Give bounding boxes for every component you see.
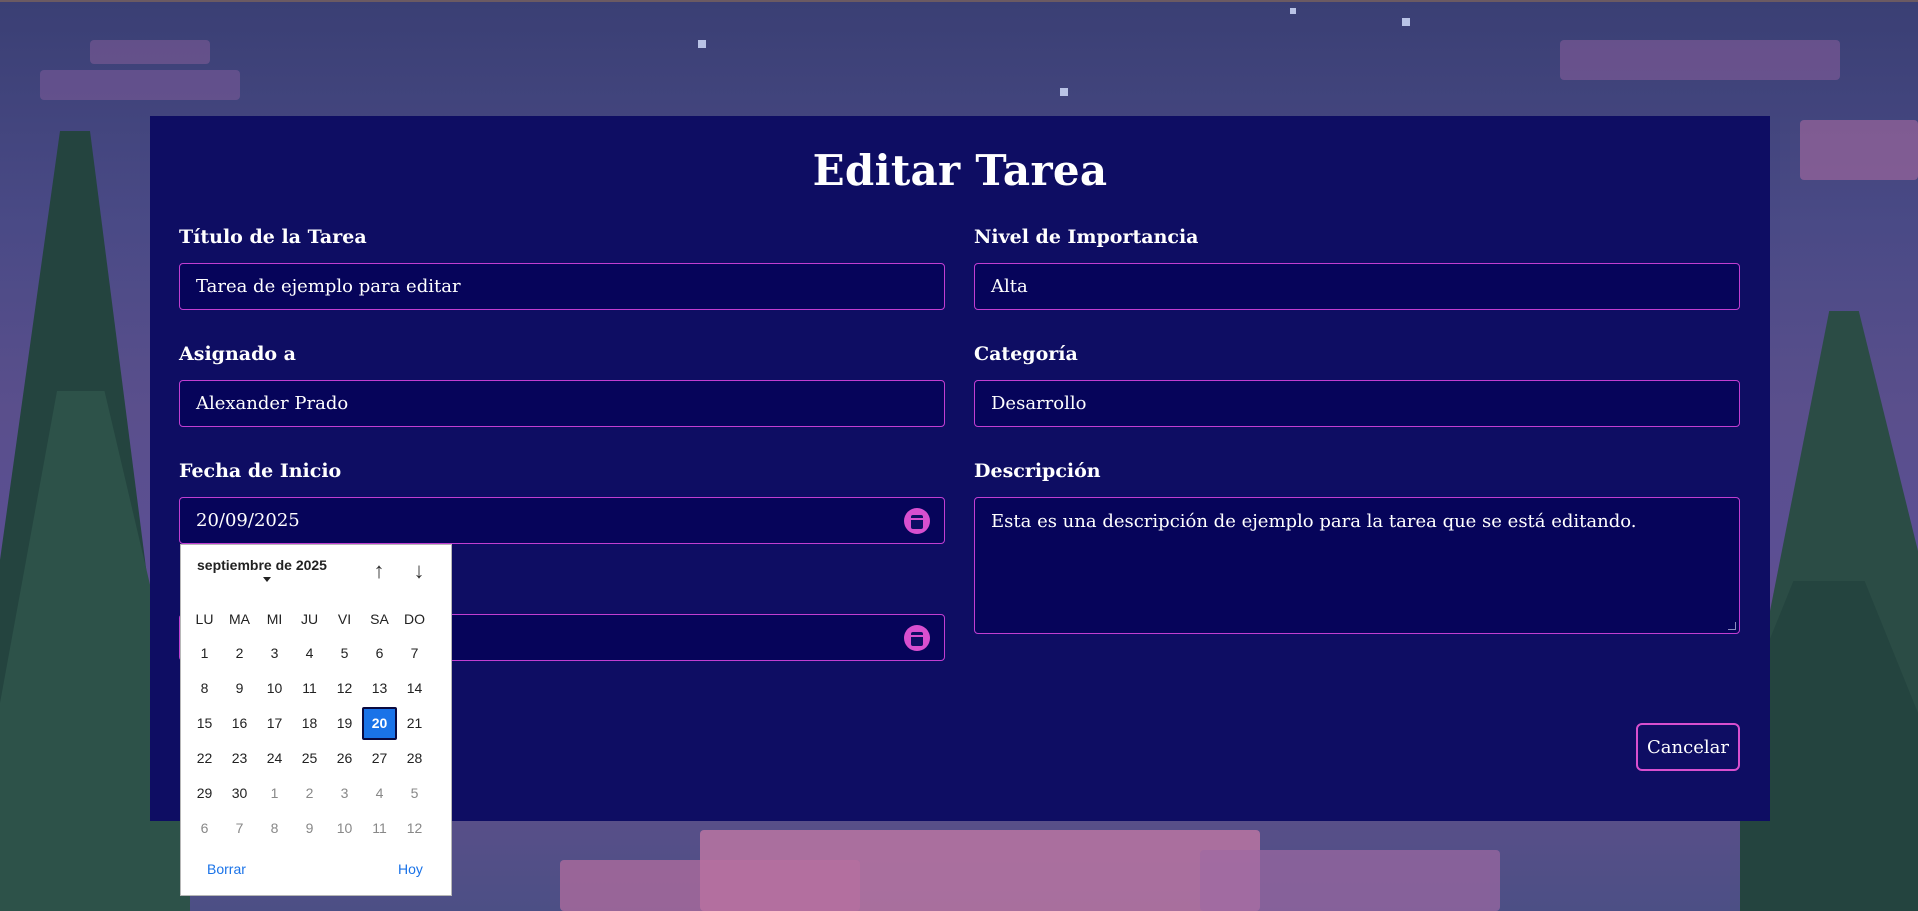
importance-select[interactable]: Alta [974,263,1740,310]
description-text: Esta es una descripción de ejemplo para … [991,511,1637,532]
date-picker-popup: septiembre de 2025 ↑ ↓ LU MA MI JU VI SA DO 12… [180,544,452,896]
calendar-day[interactable]: 15 [187,707,222,740]
calendar-day[interactable]: 5 [327,637,362,670]
calendar-day[interactable]: 30 [222,777,257,810]
calendar-day[interactable]: 28 [397,742,432,775]
calendar-day[interactable]: 1 [187,637,222,670]
calendar-day[interactable]: 11 [292,672,327,705]
calendar-icon[interactable] [904,625,930,651]
calendar-day[interactable]: 17 [257,707,292,740]
task-title-input[interactable]: Tarea de ejemplo para editar [179,263,945,310]
calendar-day[interactable]: 24 [257,742,292,775]
calendar-day[interactable]: 29 [187,777,222,810]
importance-label: Nivel de Importancia [974,226,1199,248]
category-select[interactable]: Desarrollo [974,380,1740,427]
start-date-label: Fecha de Inicio [179,460,342,482]
arrow-up-icon[interactable]: ↑ [367,558,391,583]
calendar-day[interactable]: 26 [327,742,362,775]
calendar-day[interactable]: 3 [327,777,362,810]
calendar-day[interactable]: 7 [222,812,257,845]
calendar-day[interactable]: 18 [292,707,327,740]
calendar-day[interactable]: 6 [187,812,222,845]
calendar-icon[interactable] [904,508,930,534]
task-title-label: Título de la Tarea [179,226,367,248]
arrow-down-icon[interactable]: ↓ [407,558,431,583]
resize-handle-icon[interactable] [1728,622,1736,630]
weekday-label: SA [370,611,389,627]
calendar-day[interactable]: 14 [397,672,432,705]
calendar-day[interactable]: 23 [222,742,257,775]
calendar-day[interactable]: 12 [327,672,362,705]
calendar-day[interactable]: 11 [362,812,397,845]
calendar-day[interactable]: 19 [327,707,362,740]
calendar-day[interactable]: 4 [292,637,327,670]
weekday-label: MI [266,611,283,627]
assigned-to-input[interactable]: Alexander Prado [179,380,945,427]
calendar-day[interactable]: 2 [292,777,327,810]
weekday-label: DO [404,611,425,627]
assigned-to-label: Asignado a [179,343,296,365]
clear-button[interactable]: Borrar [207,861,246,877]
calendar-day[interactable]: 10 [327,812,362,845]
caret-down-icon[interactable] [263,577,271,582]
calendar-day[interactable]: 9 [292,812,327,845]
category-label: Categoría [974,343,1078,365]
calendar-day[interactable]: 27 [362,742,397,775]
calendar-day[interactable]: 12 [397,812,432,845]
month-year-selector[interactable]: septiembre de 2025 [197,557,327,573]
weekday-label: MA [229,611,250,627]
calendar-day[interactable]: 9 [222,672,257,705]
calendar-day[interactable]: 20 [362,707,397,740]
calendar-day[interactable]: 5 [397,777,432,810]
calendar-day[interactable]: 7 [397,637,432,670]
calendar-day[interactable]: 6 [362,637,397,670]
calendar-day[interactable]: 3 [257,637,292,670]
calendar-day[interactable]: 4 [362,777,397,810]
calendar-day[interactable]: 21 [397,707,432,740]
description-textarea[interactable]: Esta es una descripción de ejemplo para … [974,497,1740,634]
weekday-label: VI [337,611,352,627]
calendar-day[interactable]: 8 [257,812,292,845]
page-title: Editar Tarea [812,146,1108,195]
weekday-label: LU [195,611,214,627]
calendar-day[interactable]: 13 [362,672,397,705]
start-date-value: 20/09/2025 [196,510,300,531]
today-button[interactable]: Hoy [398,861,423,877]
weekday-label: JU [300,611,319,627]
description-label: Descripción [974,460,1101,482]
calendar-day[interactable]: 1 [257,777,292,810]
calendar-day[interactable]: 25 [292,742,327,775]
calendar-day[interactable]: 8 [187,672,222,705]
calendar-day[interactable]: 2 [222,637,257,670]
cancel-button[interactable]: Cancelar [1636,723,1740,771]
calendar-day[interactable]: 22 [187,742,222,775]
calendar-day[interactable]: 16 [222,707,257,740]
start-date-input[interactable]: 20/09/2025 [179,497,945,544]
calendar-day[interactable]: 10 [257,672,292,705]
